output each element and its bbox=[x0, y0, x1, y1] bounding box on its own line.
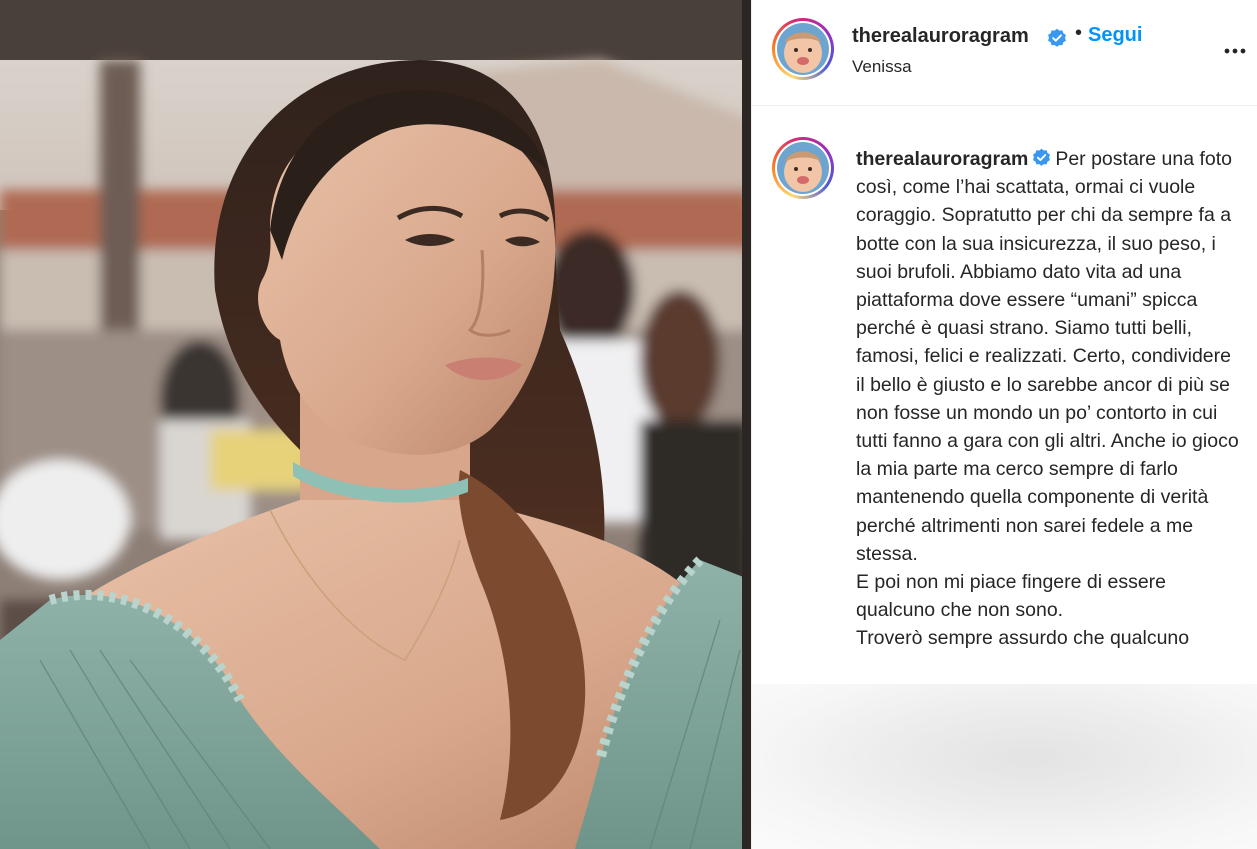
caption-section: therealauroragram Per postare una foto c… bbox=[752, 106, 1257, 684]
blurred-comments-area bbox=[752, 684, 1257, 849]
post-header: therealauroragram • Segui Venissa bbox=[752, 0, 1257, 106]
caption-body: Per postare una foto così, come l’hai sc… bbox=[856, 148, 1239, 650]
caption-username[interactable]: therealauroragram bbox=[856, 148, 1028, 170]
post-photo[interactable] bbox=[0, 0, 751, 849]
caption-text: therealauroragram Per postare una foto c… bbox=[856, 145, 1242, 653]
follow-button[interactable]: Segui bbox=[1088, 24, 1142, 47]
verified-badge-icon bbox=[1048, 28, 1066, 47]
location-link[interactable]: Venissa bbox=[852, 57, 912, 77]
verified-badge-icon bbox=[1033, 149, 1051, 167]
separator-dot: • bbox=[1075, 22, 1083, 44]
instagram-post: therealauroragram • Segui Venissa therea… bbox=[0, 0, 1257, 849]
baby-avatar-image bbox=[777, 23, 829, 75]
baby-avatar-image bbox=[777, 142, 829, 194]
post-side-panel: therealauroragram • Segui Venissa therea… bbox=[751, 0, 1257, 849]
header-username[interactable]: therealauroragram bbox=[852, 25, 1029, 48]
avatar[interactable] bbox=[772, 18, 834, 80]
caption-avatar[interactable] bbox=[772, 137, 834, 199]
more-horizontal-icon[interactable] bbox=[1222, 38, 1248, 64]
portrait-photo bbox=[0, 0, 751, 849]
